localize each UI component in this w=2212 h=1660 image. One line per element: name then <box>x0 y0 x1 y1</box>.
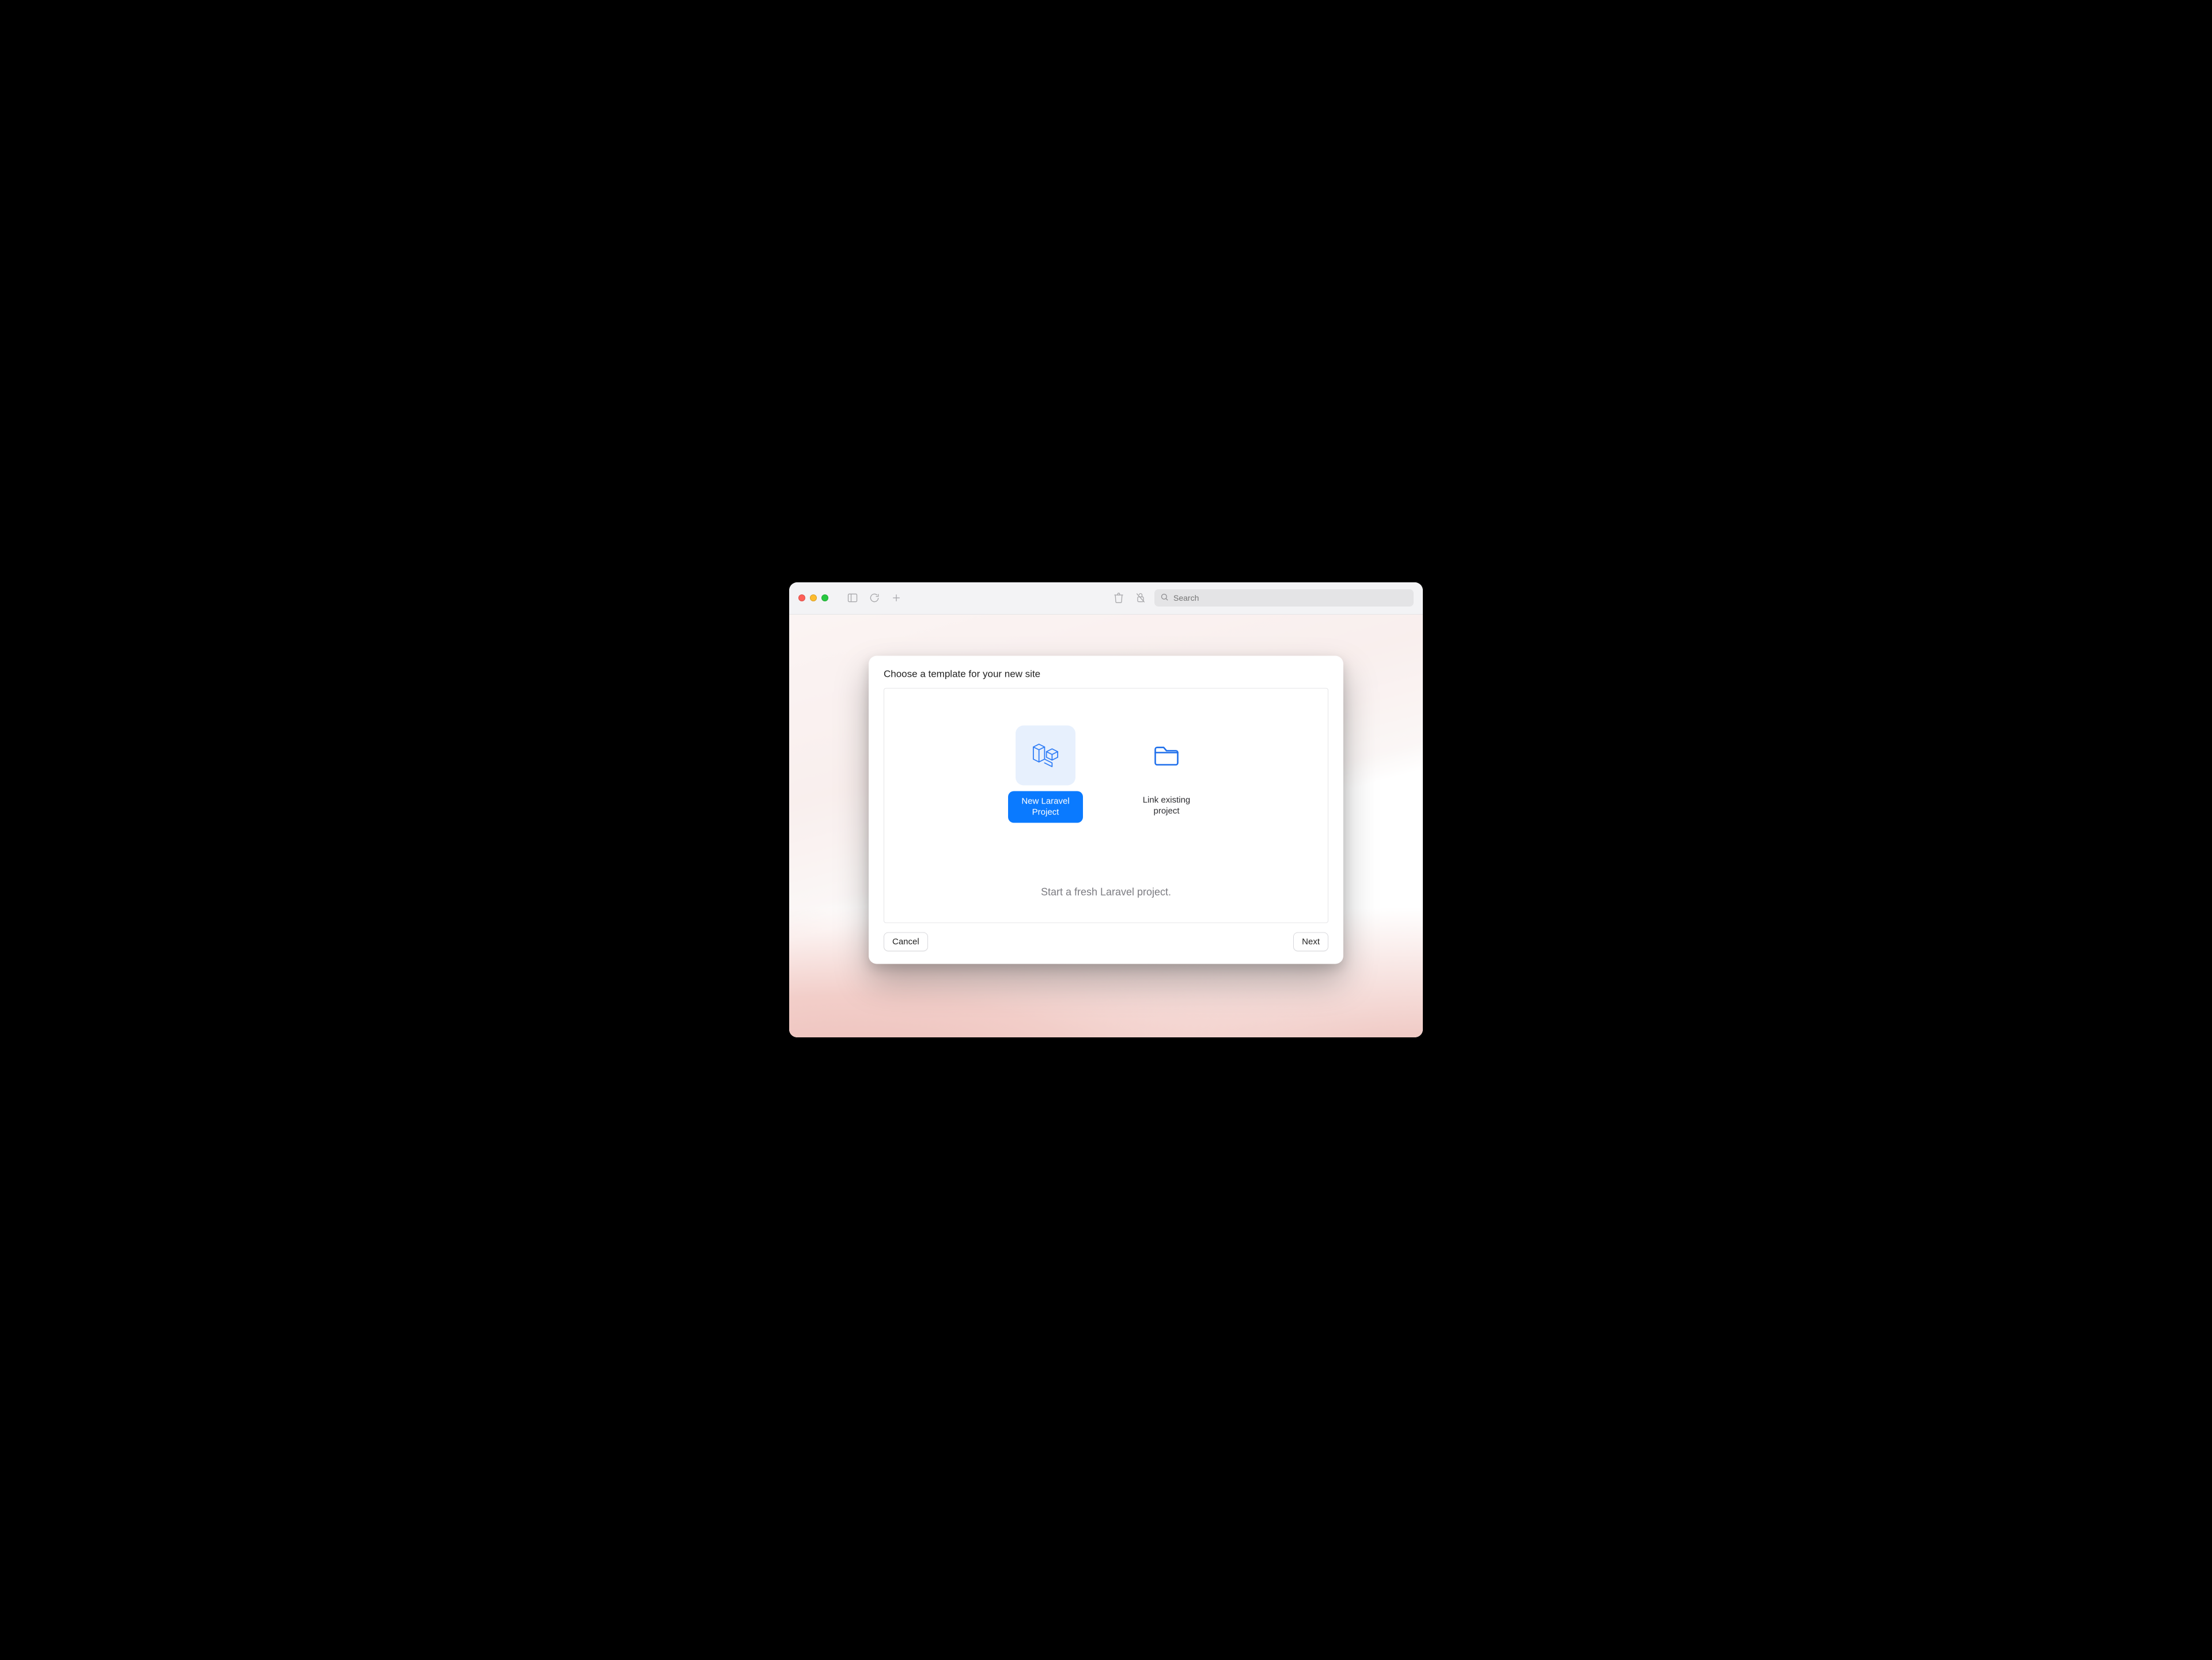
laravel-icon <box>1016 725 1075 785</box>
plus-icon[interactable] <box>888 590 904 606</box>
template-option-link-existing[interactable]: Link existing project <box>1129 725 1204 823</box>
close-window-button[interactable] <box>798 594 805 601</box>
window-toolbar <box>789 582 1423 615</box>
sidebar-icon[interactable] <box>844 590 861 606</box>
zoom-window-button[interactable] <box>821 594 828 601</box>
window-controls <box>798 594 828 601</box>
cancel-button[interactable]: Cancel <box>884 932 928 951</box>
modal-title: Choose a template for your new site <box>884 668 1328 680</box>
search-icon <box>1160 593 1169 603</box>
template-option-label: New Laravel Project <box>1008 791 1083 823</box>
folder-icon <box>1137 725 1196 785</box>
template-option-new-laravel[interactable]: New Laravel Project <box>1008 725 1083 823</box>
template-option-label: Link existing project <box>1129 791 1204 820</box>
trash-icon[interactable] <box>1111 590 1127 606</box>
minimize-window-button[interactable] <box>810 594 817 601</box>
search-input[interactable] <box>1173 593 1408 602</box>
next-button[interactable]: Next <box>1293 932 1328 951</box>
template-picker: New Laravel Project Link existing projec… <box>884 688 1328 923</box>
app-window: Choose a template for your new site <box>789 582 1423 1037</box>
search-field[interactable] <box>1154 589 1414 607</box>
template-hint: Start a fresh Laravel project. <box>884 886 1328 898</box>
unlink-icon[interactable] <box>1132 590 1149 606</box>
new-site-modal: Choose a template for your new site <box>869 655 1343 964</box>
refresh-icon[interactable] <box>866 590 882 606</box>
